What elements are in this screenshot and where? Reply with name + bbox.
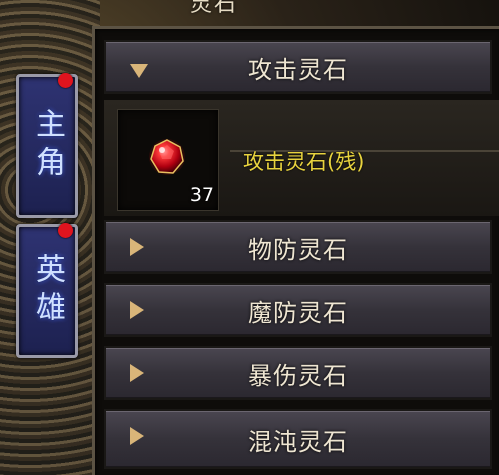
category-magic-defense-stone[interactable]: 魔防灵石 (104, 283, 492, 337)
category-attack-stone[interactable]: 攻击灵石 (104, 40, 492, 94)
window-title: 灵石 (190, 0, 239, 17)
category-label: 暴伤灵石 (248, 361, 348, 390)
tab-hero[interactable]: 英雄 (16, 223, 78, 358)
item-name[interactable]: 攻击灵石(残) (243, 146, 364, 176)
category-label: 魔防灵石 (248, 298, 348, 327)
tab-hero-label: 英雄 (30, 253, 65, 329)
tab-protagonist[interactable]: 主角 (16, 73, 78, 218)
game-window: 灵石 主角 英雄 攻击灵石 37 攻击灵石(残) 物防灵石 魔防灵石 暴伤灵石 … (0, 0, 499, 475)
red-gem-icon (149, 139, 185, 175)
item-slot[interactable]: 37 (117, 109, 219, 211)
category-crit-damage-stone[interactable]: 暴伤灵石 (104, 346, 492, 400)
notification-dot (58, 223, 73, 238)
item-count: 37 (189, 184, 214, 206)
category-chaos-stone[interactable]: 混沌灵石 (104, 409, 492, 469)
tab-protagonist-label: 主角 (30, 108, 65, 184)
category-label: 物防灵石 (248, 235, 348, 264)
category-label: 混沌灵石 (248, 427, 348, 456)
notification-dot (58, 73, 73, 88)
category-physical-defense-stone[interactable]: 物防灵石 (104, 220, 492, 274)
category-label: 攻击灵石 (248, 55, 348, 84)
